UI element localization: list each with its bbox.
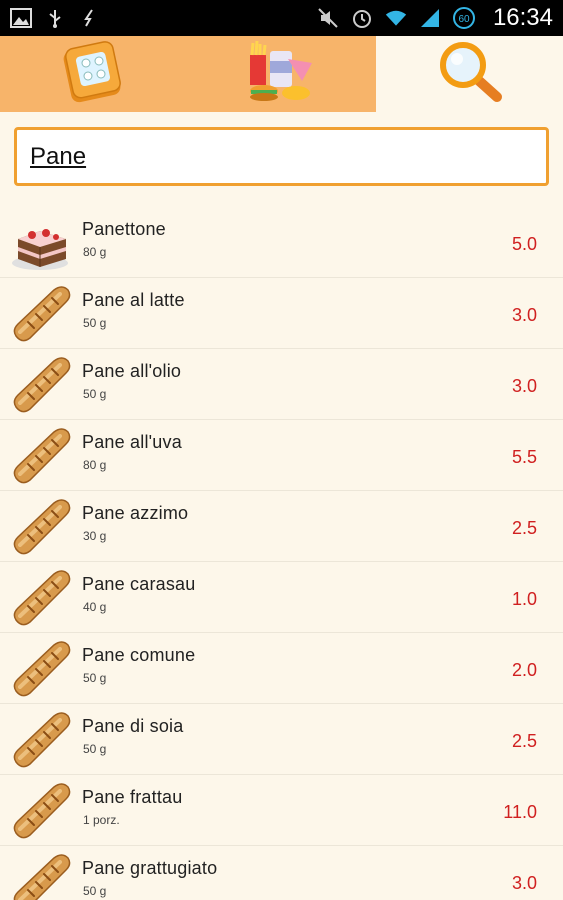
food-quantity: 50 g (83, 387, 107, 401)
food-name: Pane all'olio (82, 361, 182, 381)
food-row[interactable]: Pane all'uva 80 g 5.5 (0, 420, 563, 491)
food-value: 3.0 (511, 873, 537, 893)
calculator-icon (59, 39, 125, 110)
food-value: 5.0 (511, 234, 537, 254)
status-bar-left (10, 7, 100, 29)
food-name: Pane grattugiato (82, 858, 218, 878)
food-name: Pane all'uva (82, 432, 182, 452)
food-row[interactable]: Pane al latte 50 g 3.0 (0, 278, 563, 349)
tab-bar (0, 36, 563, 112)
food-list: Panettone 80 g 5.0 Pane al latte 50 g 3.0 Pa… (0, 207, 563, 900)
search-box[interactable] (14, 127, 549, 186)
image-icon (10, 7, 32, 29)
food-quantity: 30 g (83, 529, 107, 543)
bread-icon (10, 639, 72, 699)
food-name: Pane frattau (82, 787, 183, 807)
food-quantity: 50 g (83, 671, 107, 685)
search-tab[interactable] (376, 36, 563, 112)
food-row[interactable]: Pane all'olio 50 g 3.0 (0, 349, 563, 420)
calculator-tab[interactable] (0, 36, 183, 112)
fast-food-icon (244, 40, 316, 108)
bread-icon (10, 852, 72, 900)
food-quantity: 80 g (83, 245, 107, 259)
food-value: 5.5 (511, 447, 537, 467)
food-tab[interactable] (183, 36, 376, 112)
food-row[interactable]: Panettone 80 g 5.0 (0, 207, 563, 278)
clock: 16:34 (492, 4, 553, 31)
food-quantity: 1 porz. (83, 813, 120, 827)
food-quantity: 50 g (83, 316, 107, 330)
food-value: 2.5 (511, 518, 537, 538)
bread-icon (10, 781, 72, 841)
food-row[interactable]: Pane comune 50 g 2.0 (0, 633, 563, 704)
food-row[interactable]: Pane grattugiato 50 g 3.0 (0, 846, 563, 900)
food-name: Pane carasau (82, 574, 196, 594)
signal-icon (419, 7, 441, 29)
food-name: Pane azzimo (82, 503, 189, 523)
bread-icon (10, 355, 72, 415)
food-name: Pane comune (82, 645, 196, 665)
bread-icon (10, 710, 72, 770)
food-row[interactable]: Pane azzimo 30 g 2.5 (0, 491, 563, 562)
food-value: 3.0 (511, 305, 537, 325)
mute-icon (317, 7, 339, 29)
status-bar: 60 16:34 (0, 0, 563, 36)
food-row[interactable]: Pane di soia 50 g 2.5 (0, 704, 563, 775)
food-row[interactable]: Pane frattau 1 porz. 11.0 (0, 775, 563, 846)
svg-text:60: 60 (458, 14, 470, 25)
alarm-icon (351, 7, 373, 29)
food-value: 2.5 (511, 731, 537, 751)
food-row[interactable]: Pane carasau 40 g 1.0 (0, 562, 563, 633)
food-quantity: 80 g (83, 458, 107, 472)
bread-icon (10, 284, 72, 344)
cake-icon (10, 213, 72, 273)
wifi-icon (385, 7, 407, 29)
food-quantity: 40 g (83, 600, 107, 614)
usb-icon (44, 7, 66, 29)
food-name: Pane al latte (82, 290, 185, 310)
food-value: 11.0 (503, 802, 537, 822)
food-value: 2.0 (511, 660, 537, 680)
magnifier-icon (435, 39, 505, 110)
bread-icon (10, 568, 72, 628)
food-value: 1.0 (511, 589, 537, 609)
food-name: Pane di soia (82, 716, 184, 736)
status-bar-right: 60 16:34 (317, 4, 553, 32)
food-quantity: 50 g (83, 884, 107, 898)
bread-icon (10, 426, 72, 486)
food-value: 3.0 (511, 376, 537, 396)
battery-icon: 60 (452, 7, 475, 29)
food-name: Panettone (82, 219, 166, 239)
search-input[interactable] (30, 142, 546, 171)
food-quantity: 50 g (83, 742, 107, 756)
debug-icon (78, 7, 100, 29)
bread-icon (10, 497, 72, 557)
